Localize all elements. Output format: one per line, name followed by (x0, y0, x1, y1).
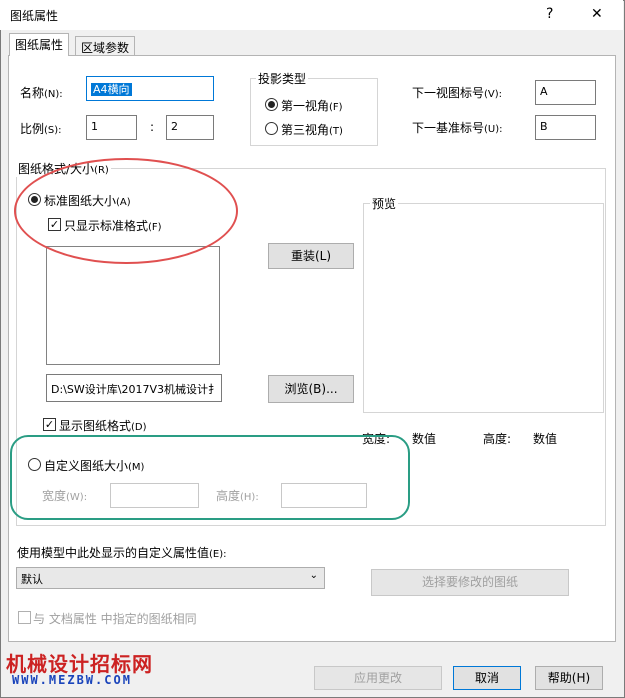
help-button[interactable]: 帮助(H) (535, 666, 603, 690)
green-annotation-box (10, 435, 410, 520)
show-format-label: 显示图纸格式(D) (59, 419, 147, 433)
name-input[interactable]: A4横向 (86, 76, 214, 101)
preview-width-value: 数值 (412, 432, 437, 446)
next-datum-label: 下一基准标号(U): (412, 121, 503, 135)
same-as-doc-checkbox[interactable] (18, 611, 31, 624)
title-bar: 图纸属性 ? ✕ (0, 0, 623, 30)
preview-height-label: 高度: (483, 432, 512, 446)
help-icon[interactable]: ? (546, 6, 553, 22)
preview-title: 预览 (370, 195, 399, 212)
browse-button[interactable]: 浏览(B)... (268, 375, 354, 403)
model-props-label: 使用模型中此处显示的自定义属性值(E): (17, 546, 227, 560)
preview-height-value: 数值 (533, 432, 558, 446)
first-angle-label: 第一视角(F) (281, 99, 343, 113)
show-format-checkbox[interactable]: ✓ (43, 418, 56, 431)
chevron-down-icon: ⌄ (309, 570, 318, 581)
cancel-button[interactable]: 取消 (453, 666, 521, 690)
name-label: 名称(N): (20, 86, 63, 100)
same-as-doc-label: 与 文档属性 中指定的图纸相同 (33, 612, 197, 626)
scale-denominator-input[interactable]: 2 (166, 115, 214, 140)
model-props-value: 默认 (21, 573, 43, 586)
scale-label: 比例(S): (20, 122, 62, 136)
next-view-label: 下一视图标号(V): (412, 86, 503, 100)
dialog-title: 图纸属性 (10, 9, 59, 23)
tab-zone-parameters[interactable]: 区域参数 (75, 36, 136, 56)
preview-group (363, 203, 604, 413)
close-icon[interactable]: ✕ (591, 6, 603, 22)
next-datum-input[interactable]: B (535, 115, 596, 140)
red-annotation-ellipse (14, 158, 238, 264)
format-path-input[interactable]: D:\SW设计库\2017V3机械设计扌 (46, 374, 222, 402)
third-angle-label: 第三视角(T) (281, 123, 343, 137)
next-view-input[interactable]: A (535, 80, 596, 105)
reload-button[interactable]: 重装(L) (268, 243, 354, 269)
projection-title: 投影类型 (256, 70, 309, 87)
first-angle-radio[interactable] (265, 98, 278, 111)
scale-colon: : (150, 120, 155, 134)
scale-numerator-input[interactable]: 1 (86, 115, 137, 140)
tab-sheet-properties[interactable]: 图纸属性 (9, 33, 70, 56)
select-sheet-button[interactable]: 选择要修改的图纸 (371, 569, 569, 596)
watermark-url: WWW.MEZBW.COM (12, 673, 132, 687)
model-props-select[interactable]: 默认 ⌄ (16, 567, 325, 589)
apply-button[interactable]: 应用更改 (314, 666, 442, 690)
third-angle-radio[interactable] (265, 122, 278, 135)
